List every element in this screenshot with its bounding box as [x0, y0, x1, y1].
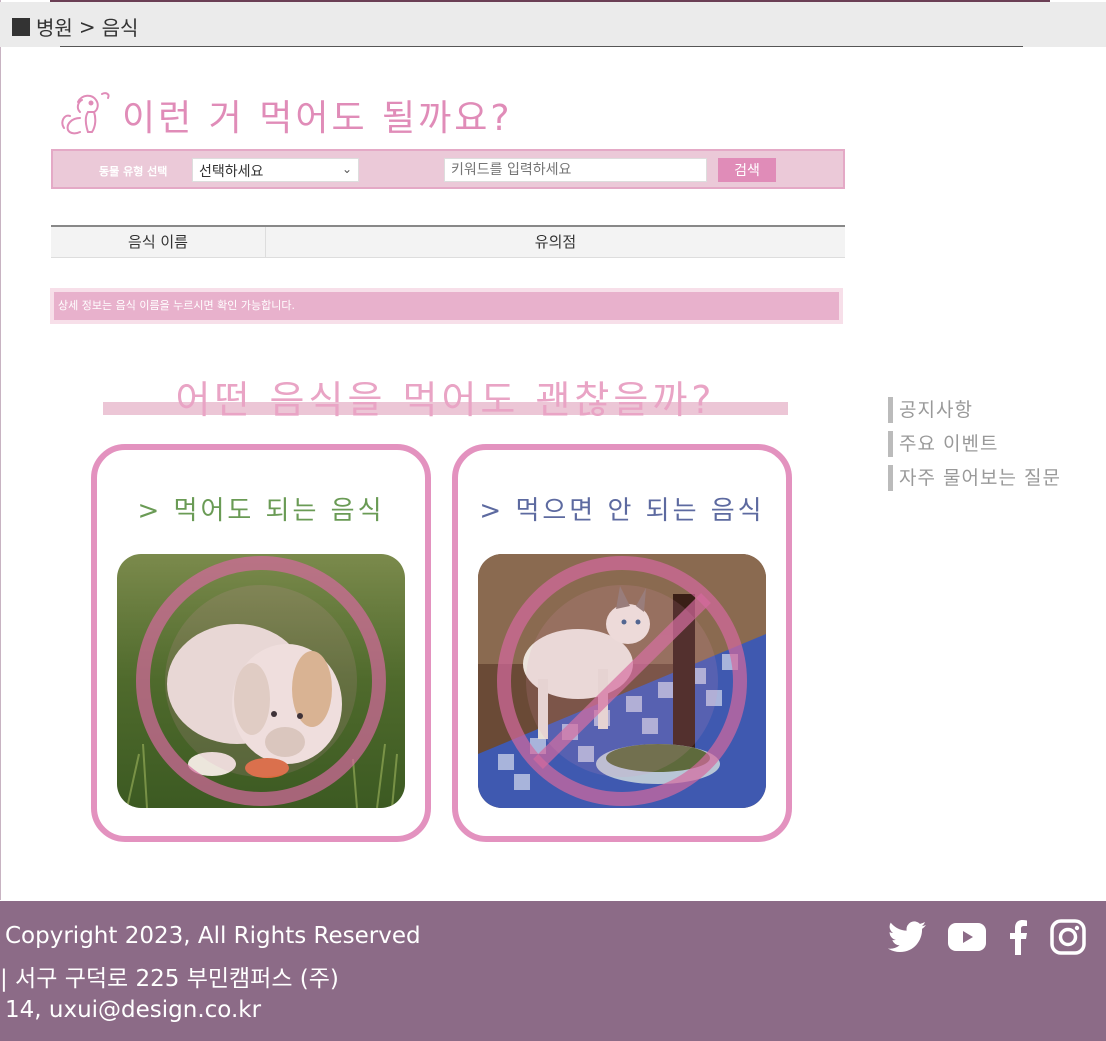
chevron-down-icon: ⌄ [341, 162, 352, 176]
side-menu: 공지사항 주요 이벤트 자주 물어보는 질문 [888, 397, 1061, 499]
facebook-icon[interactable] [1008, 919, 1028, 959]
breadcrumb: 병원 > 음식 [12, 12, 138, 41]
forbidden-food-title[interactable]: > 먹으면 안 되는 음식 [458, 490, 786, 527]
footer-copyright: Copyright 2023, All Rights Reserved [5, 923, 421, 949]
social-links [888, 919, 1086, 959]
breadcrumb-bar: 병원 > 음식 [0, 2, 1106, 47]
page-title: 이런 거 먹어도 될까요? [122, 98, 513, 139]
search-bar: 동물 유형 선택 선택하세요 ⌄ 검색 [51, 149, 845, 189]
square-bullet-icon [12, 17, 30, 36]
animal-type-value: 선택하세요 [199, 164, 264, 180]
footer-address: | 서구 구덕로 225 부민캠퍼스 (주) [0, 966, 339, 992]
breadcrumb-underline [60, 46, 1023, 47]
column-caution: 유의점 [534, 233, 577, 251]
forbidden-food-card[interactable]: > 먹으면 안 되는 음식 [452, 444, 792, 842]
dog-icon [58, 88, 114, 142]
column-food-name: 음식 이름 [51, 227, 266, 257]
breadcrumb-home[interactable]: 병원 [36, 12, 73, 41]
table-header: 음식 이름 유의점 [51, 227, 845, 257]
keyword-input[interactable] [444, 158, 707, 182]
footer: Copyright 2023, All Rights Reserved | 서구… [0, 901, 1106, 1041]
info-notice-text: 상세 정보는 음식 이름을 누르시면 확인 가능합니다. [54, 292, 839, 320]
animal-type-select[interactable]: 선택하세요 ⌄ [192, 158, 359, 182]
breadcrumb-separator: > [78, 14, 96, 39]
puppy-eating-carrot-photo [117, 554, 405, 808]
footer-contact: 14, uxui@design.co.kr [5, 997, 262, 1023]
page-edge [0, 0, 1, 900]
animal-type-label: 동물 유형 선택 [99, 165, 168, 178]
section-title: 어떤 음식을 먹어도 괜찮을까? [175, 378, 716, 422]
info-notice: 상세 정보는 음식 이름을 누르시면 확인 가능합니다. [50, 288, 843, 324]
cat-on-table-photo [478, 554, 766, 808]
safe-food-card[interactable]: > 먹어도 되는 음식 [91, 444, 431, 842]
side-menu-notice[interactable]: 공지사항 [888, 397, 1061, 423]
food-table: 음식 이름 유의점 [51, 225, 845, 258]
instagram-icon[interactable] [1050, 919, 1086, 959]
twitter-icon[interactable] [888, 921, 926, 957]
side-menu-events[interactable]: 주요 이벤트 [888, 431, 1061, 457]
breadcrumb-current: 음식 [101, 16, 139, 40]
side-menu-faq[interactable]: 자주 물어보는 질문 [888, 465, 1061, 491]
safe-food-title[interactable]: > 먹어도 되는 음식 [97, 490, 425, 527]
youtube-icon[interactable] [948, 923, 986, 955]
search-button[interactable]: 검색 [718, 158, 776, 182]
page-title-group: 이런 거 먹어도 될까요? [58, 88, 513, 142]
